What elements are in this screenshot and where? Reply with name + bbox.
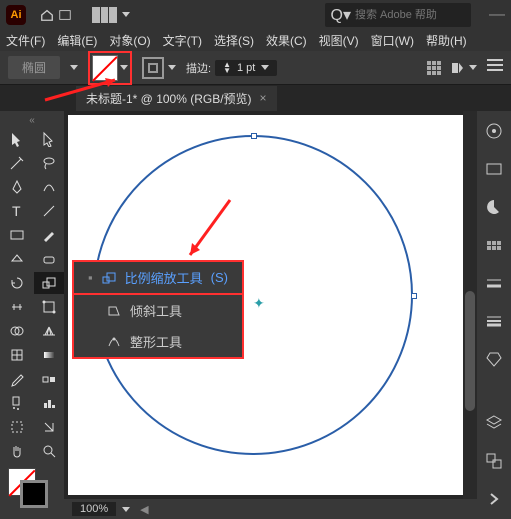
arrange-icon[interactable] [451, 60, 477, 76]
curvature-tool[interactable] [34, 176, 64, 198]
flyout-item-shortcut: (S) [211, 270, 228, 285]
transform-origin-icon[interactable]: ✦ [253, 295, 265, 312]
properties-panel-icon[interactable] [484, 121, 504, 141]
menu-help[interactable]: 帮助(H) [426, 32, 467, 49]
right-panel-dock [477, 111, 511, 519]
document-tab-title: 未标题-1* @ 100% (RGB/预览) [86, 90, 252, 107]
fill-stroke-indicator[interactable] [8, 468, 48, 508]
stroke-label: 描边: [186, 60, 211, 76]
symbol-sprayer-tool[interactable] [2, 392, 32, 414]
line-tool[interactable] [34, 200, 64, 222]
flyout-item-scale[interactable]: ▪ 比例缩放工具 (S) [74, 262, 242, 293]
scale-tool-flyout: ▪ 比例缩放工具 (S) 倾斜工具 整形工具 [72, 260, 244, 359]
free-transform-tool[interactable] [34, 296, 64, 318]
stroke-swatch-icon [142, 57, 164, 79]
menu-effect[interactable]: 效果(C) [266, 32, 307, 49]
gradient-tool[interactable] [34, 344, 64, 366]
home-icon[interactable] [40, 8, 54, 22]
blend-tool[interactable] [34, 368, 64, 390]
rotate-tool[interactable] [2, 272, 32, 294]
options-menu-icon[interactable] [487, 58, 503, 77]
scale-tool-icon [101, 270, 117, 286]
selection-handle[interactable] [411, 293, 417, 299]
direct-selection-tool[interactable] [34, 128, 64, 150]
menu-window[interactable]: 窗口(W) [371, 32, 414, 49]
expand-panels-icon[interactable] [484, 489, 504, 509]
fill-none-icon [92, 55, 118, 81]
active-tool-label: 椭圆 [8, 56, 60, 79]
layers-panel-icon[interactable] [484, 413, 504, 433]
stroke-indicator-icon [20, 480, 48, 508]
menu-edit[interactable]: 编辑(E) [57, 32, 97, 49]
eyedropper-tool[interactable] [2, 368, 32, 390]
document-tab[interactable]: 未标题-1* @ 100% (RGB/预览) × [76, 86, 277, 111]
reshape-tool-icon [106, 334, 122, 350]
stroke-swatch-dropdown[interactable] [142, 57, 176, 79]
eraser-tool[interactable] [34, 248, 64, 270]
toolbox-grip-icon[interactable]: « [2, 115, 62, 126]
paintbrush-tool[interactable] [34, 224, 64, 246]
stroke-panel-icon[interactable] [484, 311, 504, 331]
fill-swatch-highlighted[interactable] [88, 51, 132, 85]
scrollbar-thumb[interactable] [465, 291, 475, 411]
color-panel-icon[interactable] [484, 197, 504, 217]
vertical-scrollbar[interactable] [463, 111, 477, 499]
perspective-grid-tool[interactable] [34, 320, 64, 342]
zoom-dropdown-caret[interactable] [122, 507, 130, 512]
align-panel-icon[interactable] [427, 61, 441, 75]
selection-tool[interactable] [2, 128, 32, 150]
svg-text:T: T [12, 203, 21, 219]
flyout-item-label: 整形工具 [130, 332, 182, 351]
flyout-item-shear[interactable]: 倾斜工具 [74, 293, 242, 326]
stroke-width-stepper[interactable]: ▲▼ 1 pt [215, 60, 277, 76]
slice-tool[interactable] [34, 416, 64, 438]
pen-tool[interactable] [2, 176, 32, 198]
search-box[interactable]: Q▾ [325, 3, 471, 27]
menu-file[interactable]: 文件(F) [6, 32, 45, 49]
search-icon: Q▾ [331, 5, 351, 25]
flyout-item-label: 比例缩放工具 [125, 268, 203, 287]
shaper-tool[interactable] [2, 248, 32, 270]
column-graph-tool[interactable] [34, 392, 64, 414]
toolbox: « T [0, 111, 64, 519]
lasso-tool[interactable] [34, 152, 64, 174]
symbols-panel-icon[interactable] [484, 349, 504, 369]
hand-tool[interactable] [2, 440, 32, 462]
stroke-width-value: 1 pt [237, 62, 255, 74]
tool-dropdown-caret[interactable] [70, 65, 78, 70]
menu-object[interactable]: 对象(O) [109, 32, 150, 49]
zoom-level[interactable]: 100% [72, 502, 116, 516]
nav-prev-icon[interactable]: ◀ [140, 503, 148, 516]
brushes-panel-icon[interactable] [484, 273, 504, 293]
selection-handle[interactable] [251, 133, 257, 139]
tearoff-grip-icon: ▪ [88, 270, 93, 285]
shear-tool-icon [106, 303, 122, 319]
minimize-icon[interactable]: — [489, 6, 505, 24]
scale-tool[interactable] [34, 272, 64, 294]
menu-select[interactable]: 选择(S) [214, 32, 254, 49]
window-icon[interactable] [58, 8, 72, 22]
magic-wand-tool[interactable] [2, 152, 32, 174]
shape-builder-tool[interactable] [2, 320, 32, 342]
artboards-panel-icon[interactable] [484, 451, 504, 471]
close-tab-icon[interactable]: × [260, 91, 267, 105]
mesh-tool[interactable] [2, 344, 32, 366]
width-tool[interactable] [2, 296, 32, 318]
workspace-switcher[interactable] [92, 7, 130, 23]
search-input[interactable] [355, 9, 465, 21]
libraries-panel-icon[interactable] [484, 159, 504, 179]
swatches-panel-icon[interactable] [484, 235, 504, 255]
rectangle-tool[interactable] [2, 224, 32, 246]
type-tool[interactable]: T [2, 200, 32, 222]
zoom-tool[interactable] [34, 440, 64, 462]
flyout-item-label: 倾斜工具 [130, 301, 182, 320]
menu-view[interactable]: 视图(V) [319, 32, 359, 49]
menubar: 文件(F) 编辑(E) 对象(O) 文字(T) 选择(S) 效果(C) 视图(V… [0, 29, 511, 51]
artboard-tool[interactable] [2, 416, 32, 438]
menu-type[interactable]: 文字(T) [163, 32, 202, 49]
app-icon: Ai [6, 5, 26, 25]
flyout-item-reshape[interactable]: 整形工具 [74, 326, 242, 357]
